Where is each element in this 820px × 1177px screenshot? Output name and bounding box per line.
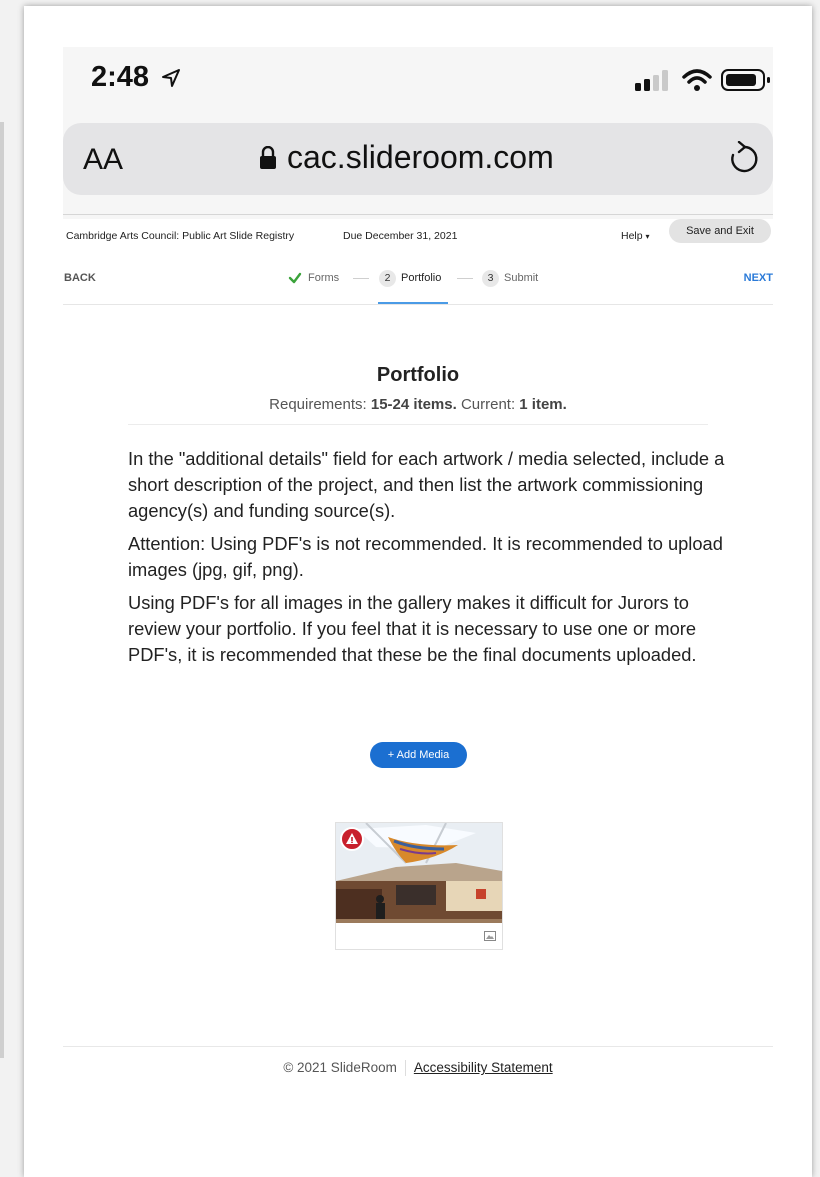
next-link[interactable]: NEXT bbox=[744, 272, 773, 284]
step-navigation: BACK Forms 2 Portfolio 3 Submit NEXT bbox=[63, 254, 773, 305]
media-item-card[interactable] bbox=[335, 822, 503, 950]
step-portfolio-label: Portfolio bbox=[401, 272, 442, 285]
wifi-icon bbox=[682, 69, 712, 91]
step-portfolio[interactable]: 2 Portfolio bbox=[379, 268, 441, 288]
reload-icon[interactable] bbox=[727, 141, 761, 177]
clock-text: 2:48 bbox=[91, 61, 150, 93]
footer-divider bbox=[63, 1046, 773, 1047]
divider bbox=[128, 424, 708, 425]
battery-icon bbox=[721, 69, 770, 91]
step-forms[interactable]: Forms bbox=[288, 268, 339, 288]
requirements-range: 15-24 items. bbox=[370, 396, 457, 413]
copyright-text: © 2021 SlideRoom bbox=[283, 1060, 397, 1075]
lock-icon bbox=[260, 146, 276, 169]
back-link[interactable]: BACK bbox=[64, 272, 96, 284]
footer-separator bbox=[404, 1060, 406, 1077]
location-arrow-icon bbox=[162, 69, 181, 88]
footer: © 2021 SlideRoom Accessibility Statement bbox=[24, 1060, 812, 1077]
registry-title: Cambridge Arts Council: Public Art Slide… bbox=[66, 230, 295, 242]
help-menu[interactable]: Help ▾ bbox=[621, 230, 650, 242]
step-forms-label: Forms bbox=[308, 272, 340, 285]
text-size-button[interactable]: AA bbox=[83, 143, 123, 177]
active-step-indicator bbox=[378, 302, 448, 304]
checkmark-icon bbox=[288, 272, 302, 284]
address-bar[interactable]: AA cac.slideroom.com bbox=[63, 123, 773, 195]
step-submit[interactable]: 3 Submit bbox=[482, 268, 538, 288]
due-date: Due December 31, 2021 bbox=[343, 230, 458, 242]
help-label: Help bbox=[621, 230, 643, 242]
url-display[interactable]: cac.slideroom.com bbox=[259, 139, 554, 176]
add-media-button[interactable]: + Add Media bbox=[370, 742, 467, 768]
cellular-signal-icon bbox=[635, 70, 668, 91]
save-and-exit-button[interactable]: Save and Exit bbox=[669, 219, 771, 243]
instruction-paragraph: Attention: Using PDF's is not recommende… bbox=[128, 533, 723, 580]
instruction-paragraph: In the "additional details" field for ea… bbox=[128, 448, 725, 521]
current-label: Current: bbox=[460, 396, 516, 413]
requirements-line: Requirements: 15-24 items. Current: 1 it… bbox=[24, 396, 812, 413]
page-title: Portfolio bbox=[376, 364, 460, 386]
status-icons bbox=[633, 67, 773, 93]
current-count: 1 item. bbox=[519, 396, 567, 413]
status-time: 2:48 bbox=[91, 61, 181, 94]
instruction-paragraph: Using PDF's for all images in the galler… bbox=[128, 592, 697, 665]
ios-browser-chrome: 2:48 AA cac.slideroom.com bbox=[63, 47, 773, 219]
application-header: Cambridge Arts Council: Public Art Slide… bbox=[63, 214, 773, 255]
step-submit-label: Submit bbox=[504, 272, 539, 285]
instructions: In the "additional details" field for ea… bbox=[128, 446, 728, 675]
accessibility-statement-link[interactable]: Accessibility Statement bbox=[414, 1060, 553, 1075]
media-thumbnail[interactable] bbox=[336, 823, 502, 923]
caret-down-icon: ▾ bbox=[645, 232, 650, 241]
image-type-icon bbox=[484, 931, 496, 941]
screen-edge bbox=[0, 122, 4, 1058]
step-separator bbox=[353, 278, 369, 279]
step-submit-number: 3 bbox=[482, 269, 499, 287]
step-portfolio-number: 2 bbox=[379, 269, 396, 287]
url-text: cac.slideroom.com bbox=[287, 139, 554, 175]
text-size-label: AA bbox=[83, 143, 124, 176]
requirements-label: Requirements: bbox=[269, 396, 367, 413]
phone-screenshot: 2:48 AA cac.slideroom.com Cambridge Arts… bbox=[24, 6, 812, 1177]
warning-icon[interactable] bbox=[340, 827, 364, 851]
step-separator bbox=[457, 278, 473, 279]
